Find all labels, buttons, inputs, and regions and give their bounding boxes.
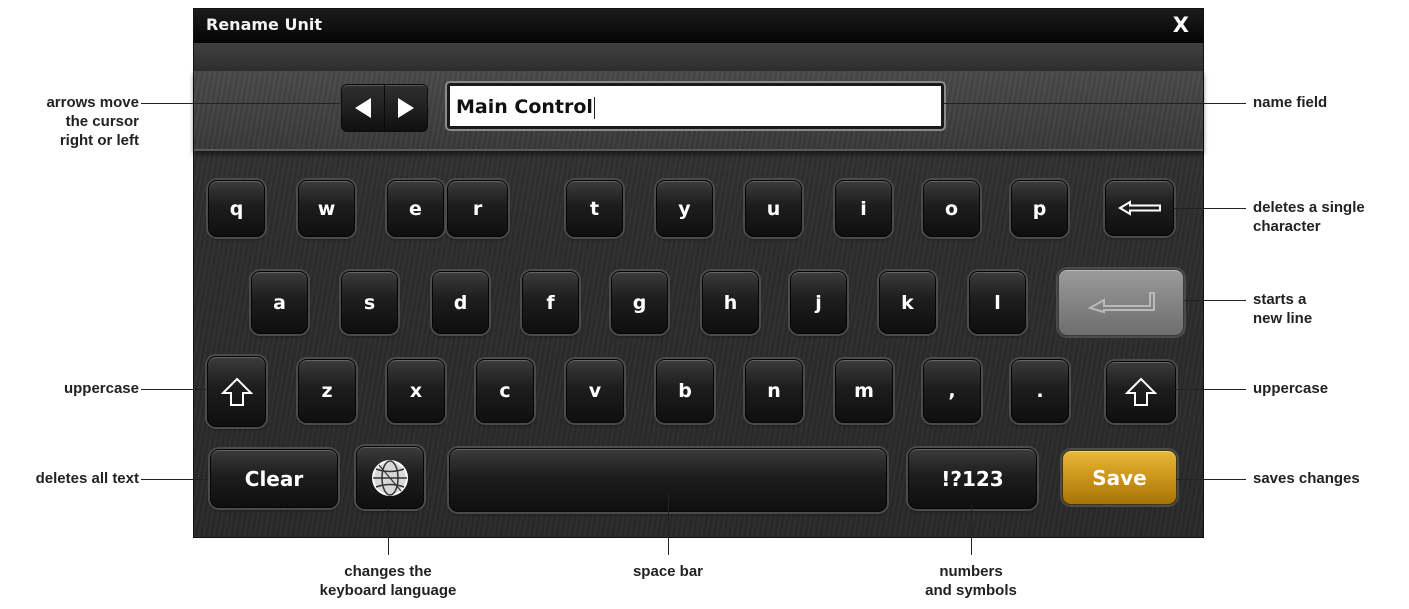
key-q[interactable]: q — [208, 180, 265, 237]
leader-line-shift-right — [1174, 389, 1246, 390]
annotation-language: changes the keyboard language — [319, 563, 457, 599]
key-y[interactable]: y — [656, 180, 713, 237]
key-n[interactable]: n — [745, 359, 803, 423]
dialog-title: Rename Unit — [206, 15, 322, 34]
right-triangle-icon — [398, 98, 414, 118]
key-f[interactable]: f — [522, 271, 579, 334]
key-m[interactable]: m — [835, 359, 893, 423]
shift-up-arrow-icon — [220, 377, 253, 406]
key-g[interactable]: g — [611, 271, 668, 334]
annotation-save: saves changes — [1253, 470, 1360, 487]
annotation-symbols: numbers and symbols — [925, 563, 1017, 599]
key-period[interactable]: . — [1011, 359, 1069, 423]
leader-line-backspace — [1174, 208, 1246, 209]
key-b[interactable]: b — [656, 359, 714, 423]
leader-line-space — [668, 493, 669, 555]
annotation-shift-right: uppercase — [1253, 380, 1329, 397]
key-d[interactable]: d — [432, 271, 489, 334]
key-h[interactable]: h — [702, 271, 759, 334]
close-button[interactable]: X — [1173, 13, 1189, 37]
key-p[interactable]: p — [1011, 180, 1068, 237]
key-t[interactable]: t — [566, 180, 623, 237]
key-a[interactable]: a — [251, 271, 308, 334]
text-cursor — [593, 96, 595, 119]
key-z[interactable]: z — [298, 359, 356, 423]
cursor-left-button[interactable] — [341, 84, 385, 132]
shift-up-arrow-icon — [1125, 377, 1157, 406]
enter-key[interactable] — [1058, 269, 1184, 336]
enter-return-icon — [1087, 291, 1155, 313]
rename-unit-dialog: Rename Unit X Main Control Clear !?123 S… — [193, 8, 1204, 538]
key-k[interactable]: k — [879, 271, 936, 334]
key-u[interactable]: u — [745, 180, 802, 237]
key-i[interactable]: i — [835, 180, 892, 237]
annotation-shift-left: uppercase — [63, 380, 139, 397]
leader-line-language — [388, 508, 389, 555]
shift-key-left[interactable] — [207, 356, 266, 427]
annotation-backspace: deletes a single character — [1253, 199, 1365, 235]
leader-line-shift-left — [141, 389, 208, 390]
key-c[interactable]: c — [476, 359, 534, 423]
title-bar: Rename Unit X — [194, 9, 1203, 43]
save-button[interactable]: Save — [1062, 450, 1177, 505]
key-v[interactable]: v — [566, 359, 624, 423]
globe-icon — [372, 459, 408, 496]
annotation-name-field: name field — [1253, 94, 1328, 111]
backspace-key[interactable] — [1105, 180, 1174, 236]
language-key[interactable] — [356, 446, 424, 509]
leader-line-save — [1176, 479, 1246, 480]
leader-line-name-field — [944, 103, 1246, 104]
left-triangle-icon — [355, 98, 371, 118]
annotation-arrows: arrows move the cursor right or left — [46, 94, 139, 149]
cursor-right-button[interactable] — [384, 84, 428, 132]
key-j[interactable]: j — [790, 271, 847, 334]
shift-key-right[interactable] — [1106, 361, 1176, 423]
key-s[interactable]: s — [341, 271, 398, 334]
annotation-clear: deletes all text — [35, 470, 139, 487]
leader-line-arrows — [141, 103, 340, 104]
key-w[interactable]: w — [298, 180, 355, 237]
symbols-key[interactable]: !?123 — [908, 448, 1037, 509]
annotation-enter: starts a new line — [1253, 291, 1313, 327]
key-comma[interactable]: , — [923, 359, 981, 423]
backspace-arrow-icon — [1117, 200, 1161, 216]
header-band — [194, 43, 1203, 72]
name-field[interactable]: Main Control — [447, 83, 944, 129]
key-r[interactable]: r — [447, 180, 508, 237]
leader-line-symbols — [971, 505, 972, 555]
key-o[interactable]: o — [923, 180, 980, 237]
name-field-value: Main Control — [456, 96, 595, 119]
key-x[interactable]: x — [387, 359, 445, 423]
name-field-text: Main Control — [456, 96, 593, 118]
key-e[interactable]: e — [387, 180, 444, 237]
annotation-space: space bar — [632, 563, 704, 580]
leader-line-enter — [1184, 300, 1246, 301]
key-l[interactable]: l — [969, 271, 1026, 334]
leader-line-clear — [141, 479, 208, 480]
clear-button[interactable]: Clear — [210, 449, 338, 508]
